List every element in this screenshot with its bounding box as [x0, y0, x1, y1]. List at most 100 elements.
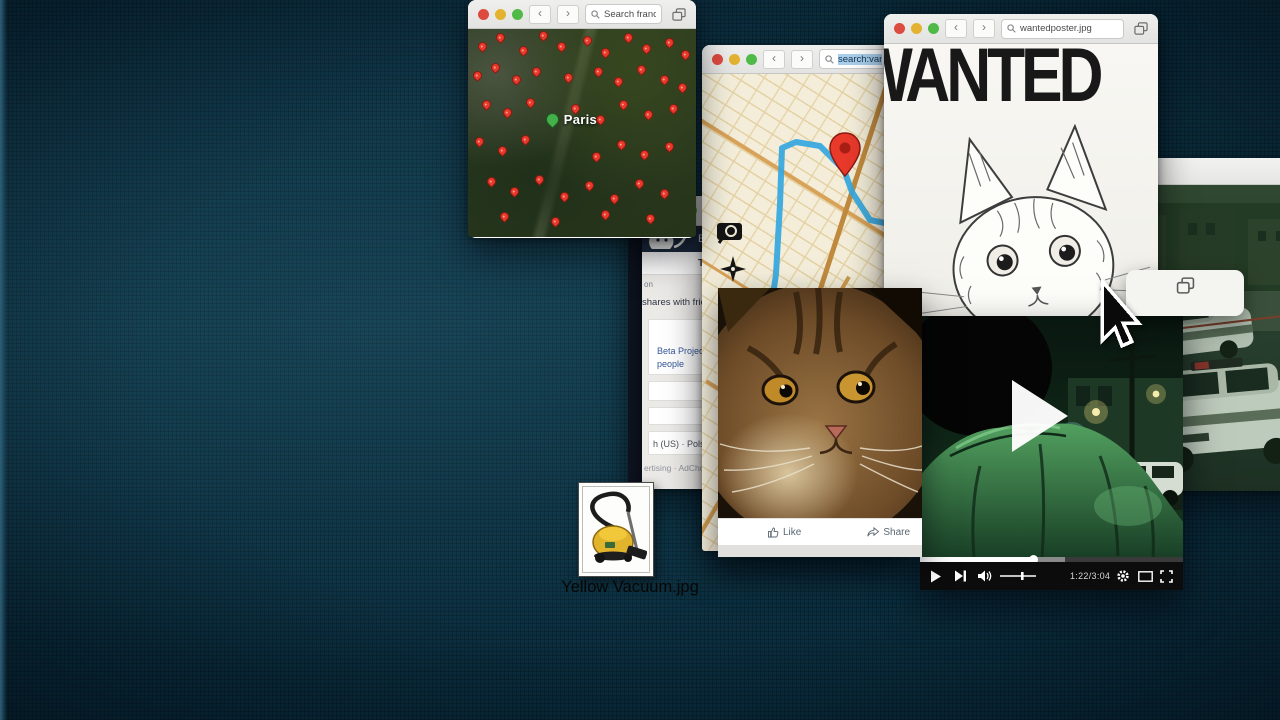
post-footer-strip — [718, 545, 922, 557]
red-map-pin — [590, 150, 603, 163]
wanted-headline: WANTED — [884, 44, 1099, 119]
post-action-bar: Like Share — [718, 518, 922, 545]
back-button[interactable]: ‹ — [763, 50, 785, 69]
next-button[interactable] — [954, 562, 967, 590]
red-map-pin — [645, 213, 658, 226]
red-map-pin — [638, 148, 651, 161]
beta-project-link[interactable]: Beta Project — [657, 346, 706, 356]
red-map-pin — [485, 175, 498, 188]
back-button[interactable]: ‹ — [529, 5, 551, 24]
red-map-pin — [635, 63, 648, 76]
vacuum-cleaner-image — [585, 490, 647, 570]
red-map-pin — [537, 30, 550, 43]
red-map-pin — [556, 40, 569, 53]
video-player-window[interactable]: 1:22/3:04 — [920, 316, 1183, 590]
red-map-pin — [533, 173, 546, 186]
destination-pin-icon[interactable] — [828, 132, 862, 178]
search-icon — [591, 10, 600, 19]
forward-button[interactable]: › — [557, 5, 579, 24]
red-map-pin — [496, 144, 509, 157]
red-map-pin — [633, 177, 646, 190]
red-map-pin — [474, 136, 487, 149]
video-time-display: 1:22/3:04 — [1070, 562, 1110, 590]
text-fragment: on — [644, 280, 653, 289]
share-button[interactable]: Share — [867, 527, 910, 538]
file-name-label[interactable]: Yellow Vacuum.jpg — [558, 578, 702, 597]
address-bar[interactable] — [819, 49, 888, 69]
red-map-pin — [524, 96, 537, 109]
red-map-pin — [640, 42, 653, 55]
window-stack-icon[interactable] — [672, 8, 686, 21]
close-button[interactable] — [712, 54, 723, 65]
red-map-pin — [471, 69, 484, 82]
share-arrow-icon — [867, 527, 879, 538]
video-control-bar: 1:22/3:04 — [920, 562, 1183, 590]
search-input[interactable] — [604, 9, 656, 20]
window-stack-icon — [1176, 277, 1195, 294]
minimize-button[interactable] — [729, 54, 740, 65]
red-map-pin — [592, 65, 605, 78]
video-scrubber-handle[interactable] — [1029, 555, 1038, 562]
window-stack-icon[interactable] — [1134, 22, 1148, 35]
paris-satellite-map[interactable]: Paris — [468, 29, 696, 237]
volume-slider[interactable] — [1000, 562, 1038, 590]
red-map-pin — [510, 73, 523, 86]
address-input[interactable] — [1020, 23, 1118, 34]
red-map-pin — [489, 61, 502, 74]
paris-map-window[interactable]: ‹ › Paris — [468, 0, 696, 238]
people-link[interactable]: people — [657, 359, 684, 369]
search-input[interactable] — [838, 54, 882, 65]
red-map-pin — [558, 190, 571, 203]
red-map-pin — [658, 188, 671, 201]
zoom-button[interactable] — [512, 9, 523, 20]
like-button[interactable]: Like — [768, 527, 801, 538]
red-map-pin — [583, 179, 596, 192]
red-map-pin — [613, 75, 626, 88]
red-map-pin — [599, 46, 612, 59]
settings-button[interactable] — [1116, 562, 1130, 590]
vancouver-window-titlebar[interactable]: ‹ › — [702, 45, 898, 74]
red-map-pin — [608, 192, 621, 205]
red-map-pin — [476, 40, 489, 53]
zoom-button[interactable] — [928, 23, 939, 34]
zoom-button[interactable] — [746, 54, 757, 65]
red-map-pin — [663, 36, 676, 49]
red-map-pin — [679, 48, 692, 61]
streetview-photo-icon[interactable] — [716, 222, 743, 245]
red-map-pin — [480, 98, 493, 111]
red-map-pin — [622, 32, 635, 45]
cat-photo-post: Like Share — [718, 288, 922, 557]
miniplayer-button[interactable] — [1138, 562, 1153, 590]
red-map-pin — [676, 82, 689, 95]
address-bar[interactable] — [585, 4, 662, 24]
forward-button[interactable]: › — [791, 50, 813, 69]
thumb-up-icon — [768, 527, 779, 538]
video-frame[interactable] — [920, 316, 1183, 562]
volume-button[interactable] — [978, 562, 993, 590]
mouse-cursor-arrow — [1096, 280, 1148, 350]
minimize-button[interactable] — [911, 23, 922, 34]
compass-icon[interactable] — [720, 256, 746, 282]
yellow-vacuum-file-icon[interactable] — [578, 482, 654, 577]
red-map-pin — [663, 140, 676, 153]
address-bar[interactable] — [1001, 19, 1124, 39]
paris-pins-layer — [468, 29, 696, 237]
red-map-pin — [658, 73, 671, 86]
wanted-window-titlebar[interactable]: ‹ › — [884, 14, 1158, 44]
red-map-pin — [517, 44, 530, 57]
red-map-pin — [581, 34, 594, 47]
forward-button[interactable]: › — [973, 19, 995, 38]
red-map-pin — [667, 102, 680, 115]
fullscreen-button[interactable] — [1160, 562, 1173, 590]
play-button[interactable] — [930, 562, 942, 590]
paris-window-titlebar[interactable]: ‹ › — [468, 0, 696, 29]
back-button[interactable]: ‹ — [945, 19, 967, 38]
search-icon — [1007, 24, 1016, 33]
red-map-pin — [494, 32, 507, 45]
paris-map-label: Paris — [564, 112, 597, 127]
close-button[interactable] — [478, 9, 489, 20]
close-button[interactable] — [894, 23, 905, 34]
minimize-button[interactable] — [495, 9, 506, 20]
tabby-cat-photo — [718, 288, 922, 518]
red-map-pin — [615, 138, 628, 151]
